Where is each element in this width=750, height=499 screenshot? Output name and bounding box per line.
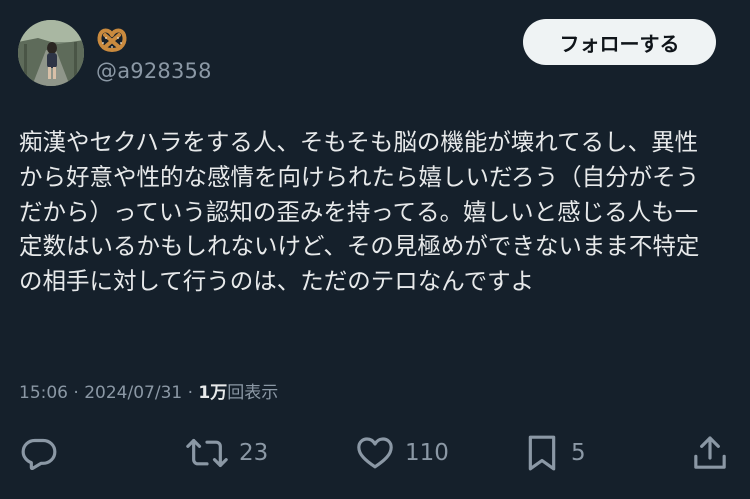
retweet-icon xyxy=(186,438,228,468)
tweet-meta: 15:06 · 2024/07/31 · 1万回表示 xyxy=(19,378,278,403)
tweet-time[interactable]: 15:06 xyxy=(19,383,68,403)
meta-separator: · xyxy=(182,383,199,403)
meta-separator: · xyxy=(68,383,85,403)
reply-icon xyxy=(21,438,57,471)
retweet-count: 23 xyxy=(239,440,269,466)
action-bar: 23 110 5 xyxy=(0,428,750,478)
like-button[interactable]: 110 xyxy=(355,428,449,478)
avatar[interactable] xyxy=(18,20,84,86)
pretzel-icon xyxy=(97,28,127,52)
bookmark-button[interactable]: 5 xyxy=(523,428,586,478)
tweet-text-line: の相手に対して行うのは、ただのテロなんですよ xyxy=(19,267,535,296)
bookmark-icon xyxy=(528,435,556,471)
display-name[interactable] xyxy=(96,26,128,54)
views-label[interactable]: 回表示 xyxy=(227,383,278,403)
like-count: 110 xyxy=(405,440,449,466)
tweet-detail: @a928358 フォローする 痴漢やセクハラをする人、そもそも脳の機能が壊れて… xyxy=(0,0,750,499)
tweet-text-line: から好意や性的な感情を向けられたら嬉しいだろう（自分がそう xyxy=(19,162,700,191)
reply-button[interactable] xyxy=(19,428,59,478)
tweet-text-line: 定数はいるかもしれないけど、その見極めができないまま不特定 xyxy=(19,232,700,261)
tweet-date[interactable]: 2024/07/31 xyxy=(84,383,182,403)
views-count[interactable]: 1万 xyxy=(198,383,227,403)
tweet-text-line: 痴漢やセクハラをする人、そもそも脳の機能が壊れてるし、異性 xyxy=(19,128,699,156)
bookmark-count: 5 xyxy=(571,440,586,466)
retweet-button[interactable]: 23 xyxy=(185,428,268,478)
avatar-photo xyxy=(18,20,84,86)
follow-button[interactable]: フォローする xyxy=(523,19,716,65)
share-button[interactable] xyxy=(690,428,730,478)
share-icon xyxy=(694,436,726,469)
heart-icon xyxy=(357,437,393,469)
tweet-text: 痴漢やセクハラをする人、そもそも脳の機能が壊れてるし、異性 から好意や性的な感情… xyxy=(19,125,731,299)
tweet-text-line: だから）っていう認知の歪みを持ってる。嬉しいと感じる人も一 xyxy=(19,197,699,226)
user-handle[interactable]: @a928358 xyxy=(96,59,212,83)
